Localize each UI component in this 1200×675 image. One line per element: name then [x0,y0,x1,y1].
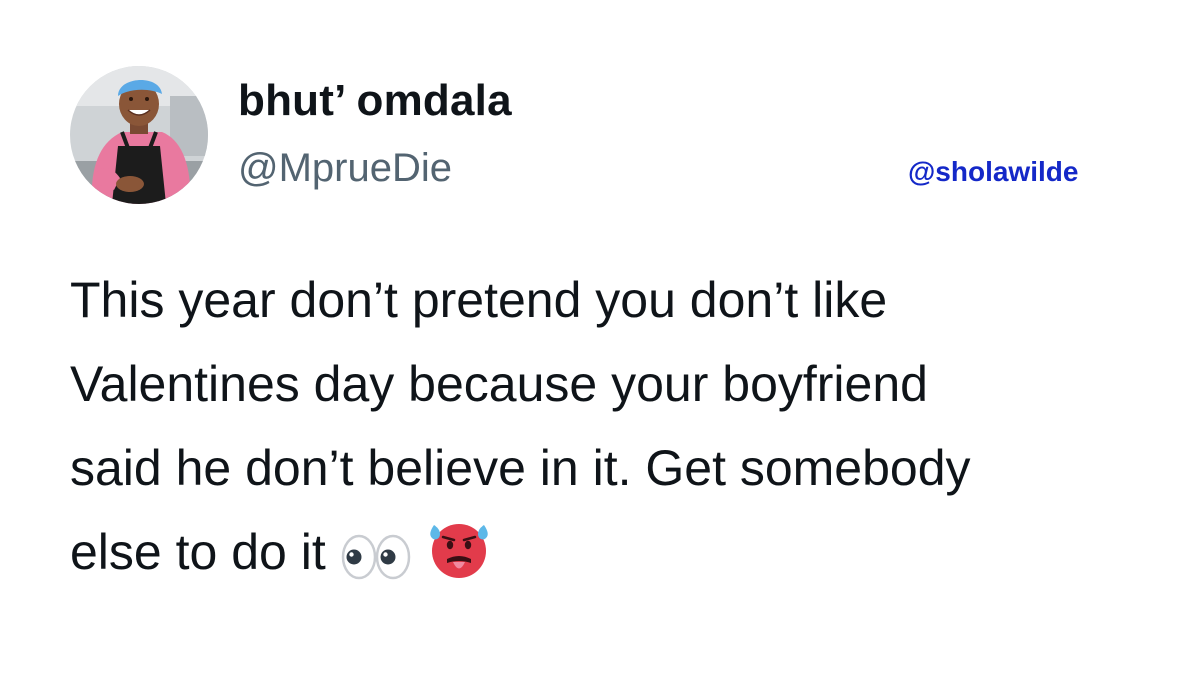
author-handle[interactable]: @MprueDie [238,146,452,191]
author-avatar[interactable] [70,66,208,204]
profile-photo-avatar [70,66,208,204]
hot-face-emoji-icon [426,524,492,581]
tweet-text-line: said he don’t believe in it. Get somebod… [70,440,971,496]
eyes-emoji-icon [340,533,412,581]
tweet-text-line-last: else to do it [70,510,1170,594]
watermark-credit: @sholawilde [908,156,1079,187]
tweet-text-line: Valentines day because your boyfriend [70,356,928,412]
tweet-text-line: This year don’t pretend you don’t like [70,272,888,328]
tweet-text-line-content: else to do it [70,524,326,580]
tweet-text: This year don’t pretend you don’t like V… [70,258,1170,594]
author-display-name[interactable]: bhut’ omdala [238,76,512,126]
